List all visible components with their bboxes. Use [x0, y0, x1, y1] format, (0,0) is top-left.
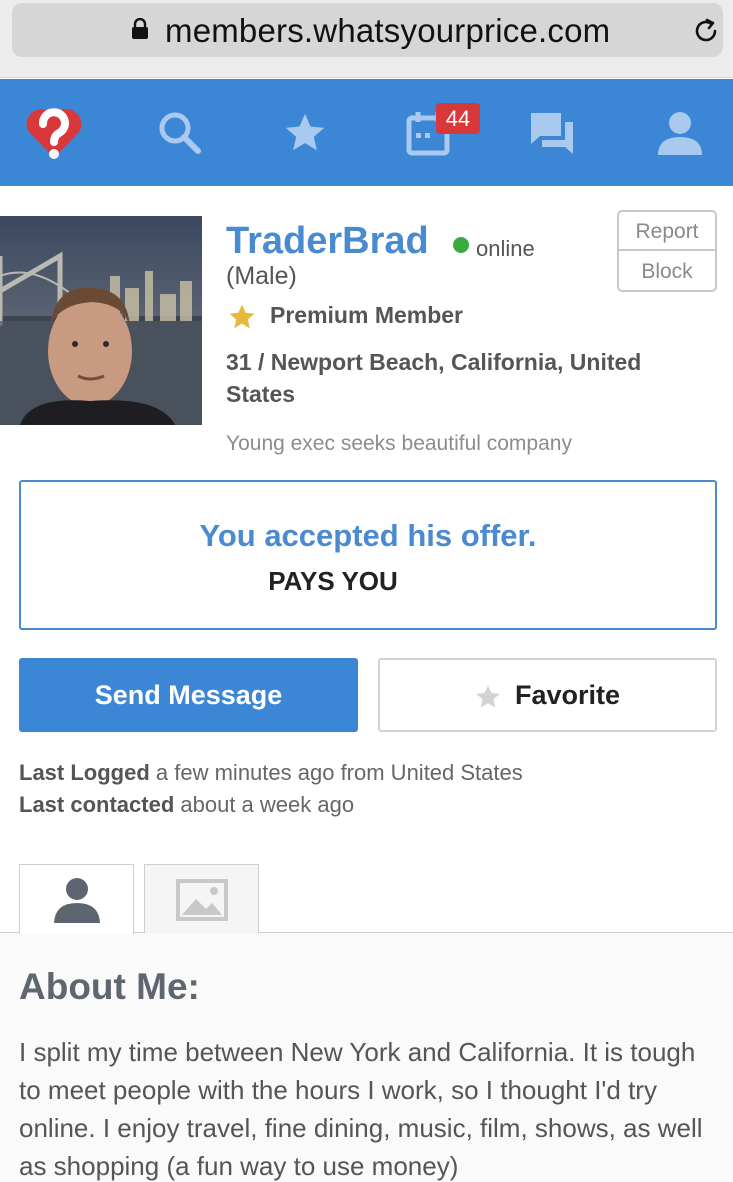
- browser-bar: members.whatsyourprice.com: [0, 0, 733, 78]
- block-button[interactable]: Block: [619, 252, 715, 291]
- username: TraderBrad: [226, 220, 429, 262]
- send-message-button[interactable]: Send Message: [19, 658, 358, 732]
- profile-photo-image: [0, 216, 202, 425]
- tab-profile[interactable]: [19, 864, 134, 934]
- messages-icon: [531, 112, 573, 154]
- favorite-button[interactable]: Favorite: [378, 658, 717, 732]
- profile-tagline: Young exec seeks beautiful company: [226, 432, 572, 455]
- offer-status-subtitle: PAYS YOU: [268, 566, 398, 596]
- favorite-star-icon: [476, 685, 500, 708]
- age-location: 31 / Newport Beach, California, United S…: [226, 349, 642, 407]
- report-button[interactable]: Report: [619, 212, 715, 251]
- nav-messages[interactable]: [512, 79, 592, 186]
- calendar-badge: 44: [436, 103, 480, 134]
- user-icon: [658, 111, 702, 155]
- last-contacted-line: Last contacted about a week ago: [19, 792, 354, 818]
- premium-star-icon: [229, 304, 255, 329]
- about-text: I split my time between New York and Cal…: [19, 1037, 703, 1181]
- tab-photos[interactable]: [144, 864, 259, 934]
- lock-icon: [132, 18, 148, 39]
- search-icon: [159, 112, 201, 154]
- last-logged-label: Last Logged: [19, 760, 150, 785]
- profile-photo[interactable]: [0, 216, 202, 425]
- online-status-label: online: [476, 236, 535, 261]
- report-block-group: Report Block: [617, 210, 717, 292]
- online-status-dot: [453, 237, 469, 253]
- membership-label: Premium Member: [270, 302, 464, 328]
- offer-status-title: You accepted his offer.: [199, 518, 537, 553]
- star-icon: [285, 113, 325, 150]
- last-logged-line: Last Logged a few minutes ago from Unite…: [19, 760, 523, 786]
- address-bar[interactable]: members.whatsyourprice.com: [12, 3, 723, 57]
- gender-label: (Male): [226, 262, 297, 290]
- reload-icon[interactable]: [691, 16, 721, 46]
- favorite-label: Favorite: [515, 680, 621, 710]
- last-logged-value: a few minutes ago from United States: [155, 760, 523, 785]
- offer-status-box: You accepted his offer. PAYS YOU: [19, 480, 717, 630]
- about-title: About Me:: [19, 966, 200, 1007]
- url-text: members.whatsyourprice.com: [165, 12, 611, 49]
- image-icon: [175, 878, 228, 921]
- user-silhouette-icon: [53, 877, 100, 923]
- last-contacted-label: Last contacted: [19, 792, 175, 817]
- nav-logo[interactable]: [14, 79, 94, 186]
- last-contacted-value: about a week ago: [180, 792, 355, 817]
- app-nav-bar: 44: [0, 79, 733, 186]
- nav-search[interactable]: [140, 79, 220, 186]
- nav-profile[interactable]: [640, 79, 720, 186]
- nav-favorites[interactable]: [265, 79, 345, 186]
- logo-heart-question-icon: [26, 107, 82, 159]
